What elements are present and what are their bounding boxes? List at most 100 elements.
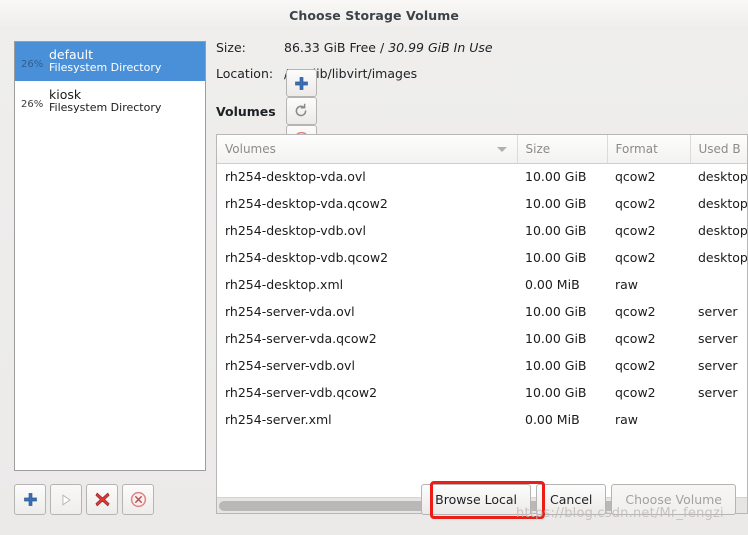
play-icon (59, 493, 73, 507)
cell-format: raw (607, 271, 690, 298)
cell-format: qcow2 (607, 217, 690, 244)
volumes-toolbar: Volumes (216, 94, 748, 128)
cell-volume: rh254-desktop-vdb.qcow2 (217, 244, 517, 271)
cell-volume: rh254-server.xml (217, 406, 517, 433)
column-header-label: Volumes (225, 142, 276, 156)
cell-format: raw (607, 406, 690, 433)
cell-used_by: desktop (690, 217, 748, 244)
add-pool-button[interactable] (14, 484, 46, 515)
volume-table-row[interactable]: rh254-server-vdb.ovl10.00 GiBqcow2server (217, 352, 748, 379)
pool-item-type: Filesystem Directory (49, 102, 161, 115)
volume-table-row[interactable]: rh254-desktop-vdb.qcow210.00 GiBqcow2des… (217, 244, 748, 271)
cell-used_by (690, 271, 748, 298)
volume-table-row[interactable]: rh254-server-vda.qcow210.00 GiBqcow2serv… (217, 325, 748, 352)
cell-used_by (690, 406, 748, 433)
pool-size-label: Size: (216, 40, 284, 55)
refresh-icon (293, 103, 309, 119)
pool-item-name: kiosk (49, 88, 161, 103)
volume-table-row[interactable]: rh254-desktop-vda.ovl10.00 GiBqcow2deskt… (217, 163, 748, 190)
cell-format: qcow2 (607, 352, 690, 379)
cell-format: qcow2 (607, 190, 690, 217)
pool-size-value: 86.33 GiB Free / 30.99 GiB In Use (284, 40, 493, 55)
cell-used_by: desktop (690, 190, 748, 217)
cell-format: qcow2 (607, 379, 690, 406)
cell-size: 10.00 GiB (517, 190, 607, 217)
pool-item-info: defaultFilesystem Directory (47, 48, 161, 76)
cell-used_by: server (690, 379, 748, 406)
volume-table-row[interactable]: rh254-server-vdb.qcow210.00 GiBqcow2serv… (217, 379, 748, 406)
pool-size-free: 86.33 GiB Free (284, 40, 376, 55)
pool-item-info: kioskFilesystem Directory (47, 88, 161, 116)
sort-descending-icon (497, 147, 507, 152)
cell-volume: rh254-server-vdb.qcow2 (217, 379, 517, 406)
cell-size: 0.00 MiB (517, 271, 607, 298)
cell-format: qcow2 (607, 325, 690, 352)
plus-icon (294, 76, 309, 91)
choose-storage-volume-dialog: Choose Storage Volume 26%defaultFilesyst… (0, 0, 748, 535)
cell-volume: rh254-server-vdb.ovl (217, 352, 517, 379)
pool-list-item-default[interactable]: 26%defaultFilesystem Directory (15, 42, 205, 82)
volumes-table-header-row: Volumes Size Format Used B (217, 135, 748, 163)
pool-item-name: default (49, 48, 161, 63)
volume-table-row[interactable]: rh254-server.xml0.00 MiBraw (217, 406, 748, 433)
pool-usage-percent: 26% (21, 54, 47, 70)
cell-used_by: server (690, 352, 748, 379)
cancel-button[interactable]: Cancel (536, 484, 606, 515)
column-header-label: Size (526, 142, 551, 156)
cell-size: 10.00 GiB (517, 217, 607, 244)
stop-circle-icon (130, 491, 147, 508)
cell-size: 10.00 GiB (517, 325, 607, 352)
pool-size-row: Size: 86.33 GiB Free / 30.99 GiB In Use (216, 40, 748, 66)
cell-volume: rh254-server-vda.ovl (217, 298, 517, 325)
cell-size: 10.00 GiB (517, 163, 607, 190)
volume-table-row[interactable]: rh254-desktop-vdb.ovl10.00 GiBqcow2deskt… (217, 217, 748, 244)
pool-item-type: Filesystem Directory (49, 62, 161, 75)
refresh-volumes-button[interactable] (286, 97, 317, 125)
cell-volume: rh254-desktop-vda.qcow2 (217, 190, 517, 217)
cell-volume: rh254-desktop-vdb.ovl (217, 217, 517, 244)
browse-local-button[interactable]: Browse Local (421, 484, 531, 515)
volume-table-row[interactable]: rh254-server-vda.ovl10.00 GiBqcow2server (217, 298, 748, 325)
plus-icon (23, 492, 38, 507)
column-header-label: Used B (699, 142, 741, 156)
storage-pool-list[interactable]: 26%defaultFilesystem Directory26%kioskFi… (14, 41, 206, 471)
volumes-table-head: Volumes Size Format Used B (217, 135, 748, 163)
stop-pool-button[interactable] (122, 484, 154, 515)
cell-used_by: desktop (690, 244, 748, 271)
pool-list-item-kiosk[interactable]: 26%kioskFilesystem Directory (15, 82, 205, 122)
cell-size: 10.00 GiB (517, 298, 607, 325)
volumes-table-body: rh254-desktop-vda.ovl10.00 GiBqcow2deskt… (217, 163, 748, 433)
column-header-format[interactable]: Format (607, 135, 690, 163)
column-header-label: Format (616, 142, 658, 156)
volume-table-row[interactable]: rh254-desktop-vda.qcow210.00 GiBqcow2des… (217, 190, 748, 217)
cell-size: 10.00 GiB (517, 244, 607, 271)
cell-volume: rh254-server-vda.qcow2 (217, 325, 517, 352)
cell-format: qcow2 (607, 298, 690, 325)
dialog-titlebar: Choose Storage Volume (0, 0, 748, 30)
start-pool-button (50, 484, 82, 515)
column-header-size[interactable]: Size (517, 135, 607, 163)
choose-volume-button[interactable]: Choose Volume (611, 484, 736, 515)
volumes-label: Volumes (216, 104, 276, 119)
pool-size-separator: / (380, 40, 384, 55)
cell-used_by: server (690, 325, 748, 352)
cell-used_by: desktop (690, 163, 748, 190)
cell-format: qcow2 (607, 244, 690, 271)
dialog-action-buttons: Browse Local Cancel Choose Volume (421, 484, 736, 515)
cell-size: 10.00 GiB (517, 352, 607, 379)
volume-table-row[interactable]: rh254-desktop.xml0.00 MiBraw (217, 271, 748, 298)
volumes-table-container[interactable]: Volumes Size Format Used B rh254-desktop-vd… (216, 134, 748, 514)
cell-volume: rh254-desktop.xml (217, 271, 517, 298)
dialog-title: Choose Storage Volume (289, 8, 459, 23)
storage-pool-toolbar (14, 484, 154, 515)
cell-used_by: server (690, 298, 748, 325)
pool-location-label: Location: (216, 66, 284, 81)
cell-size: 10.00 GiB (517, 379, 607, 406)
delete-pool-button[interactable] (86, 484, 118, 515)
volumes-table: Volumes Size Format Used B rh254-desktop-vd… (217, 135, 748, 433)
pool-usage-percent: 26% (21, 94, 47, 110)
cell-format: qcow2 (607, 163, 690, 190)
column-header-volumes[interactable]: Volumes (217, 135, 517, 163)
new-volume-button[interactable] (286, 69, 317, 97)
column-header-used-b[interactable]: Used B (690, 135, 748, 163)
